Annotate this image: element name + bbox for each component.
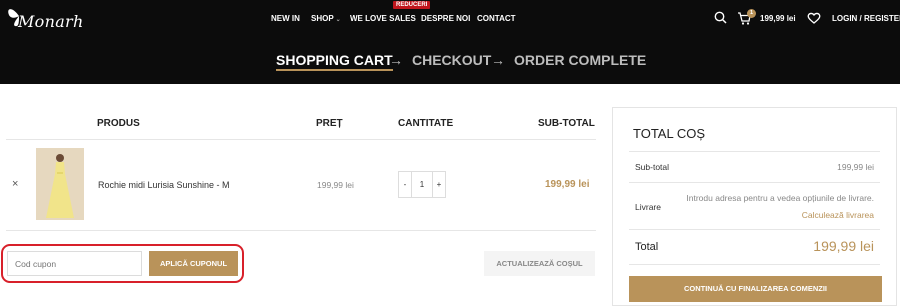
product-name-link[interactable]: Rochie midi Lurisia Sunshine - M: [98, 180, 230, 190]
heart-icon[interactable]: [807, 12, 821, 24]
column-header-price: PREȚ: [316, 118, 343, 129]
coupon-code-input[interactable]: [7, 251, 142, 276]
item-subtotal: 199,99 lei: [545, 179, 590, 190]
total-label: Total: [635, 241, 659, 253]
site-header: Monarh NEW IN SHOP ⌄ WE LOVE SALES REDUCE…: [0, 0, 900, 84]
product-price: 199,99 lei: [317, 180, 354, 190]
product-thumbnail[interactable]: [36, 148, 84, 220]
nav-contact[interactable]: CONTACT: [477, 14, 516, 23]
divider: [629, 182, 880, 183]
cart-totals-title: TOTAL COȘ: [633, 126, 705, 141]
divider: [629, 151, 880, 152]
divider: [629, 264, 880, 265]
nav-shop[interactable]: SHOP ⌄: [311, 14, 341, 23]
step-shopping-cart[interactable]: SHOPPING CART: [276, 52, 393, 71]
apply-coupon-button[interactable]: APLICĂ CUPONUL: [149, 251, 238, 276]
calculate-shipping-link[interactable]: Calculează livrarea: [802, 210, 874, 220]
divider: [6, 139, 596, 140]
cart-totals-panel: TOTAL COȘ Sub-total 199,99 lei Introdu a…: [612, 107, 897, 306]
nav-shop-label: SHOP: [311, 14, 334, 23]
total-value: 199,99 lei: [813, 238, 874, 254]
column-header-product: PRODUS: [97, 118, 140, 129]
sales-badge: REDUCERI: [393, 1, 431, 9]
dress-image: [36, 148, 84, 220]
header-cart-total[interactable]: 199,99 lei: [760, 14, 796, 23]
shipping-label: Livrare: [635, 202, 661, 212]
nav-sales[interactable]: WE LOVE SALES: [350, 14, 416, 23]
divider: [6, 230, 596, 231]
shipping-note: Introdu adresa pentru a vedea opțiunile …: [686, 193, 874, 203]
divider: [629, 229, 880, 230]
increase-quantity-button[interactable]: +: [432, 172, 445, 197]
column-header-quantity: CANTITATE: [398, 118, 454, 129]
arrow-right-icon: →: [491, 52, 505, 68]
quantity-stepper[interactable]: - 1 +: [398, 171, 446, 198]
login-register-link[interactable]: LOGIN / REGISTER: [832, 14, 900, 23]
column-header-subtotal: SUB-TOTAL: [538, 118, 595, 129]
remove-item-icon[interactable]: ×: [12, 178, 18, 190]
quantity-value[interactable]: 1: [412, 172, 432, 197]
cart-count-badge: 1: [747, 9, 756, 18]
nav-new-in[interactable]: NEW IN: [271, 14, 300, 23]
proceed-to-checkout-button[interactable]: CONTINUĂ CU FINALIZAREA COMENZII: [629, 276, 882, 302]
subtotal-value: 199,99 lei: [837, 162, 874, 172]
step-order-complete: ORDER COMPLETE: [514, 52, 647, 68]
arrow-right-icon: →: [389, 52, 403, 68]
search-icon[interactable]: [714, 11, 727, 24]
logo[interactable]: Monarh: [6, 2, 83, 36]
update-cart-button[interactable]: ACTUALIZEAZĂ COȘUL: [484, 251, 595, 276]
chevron-down-icon: ⌄: [335, 17, 341, 23]
logo-text: Monarh: [18, 12, 84, 31]
step-checkout[interactable]: CHECKOUT: [412, 52, 491, 68]
nav-about[interactable]: DESPRE NOI: [421, 14, 470, 23]
decrease-quantity-button[interactable]: -: [399, 172, 412, 197]
subtotal-label: Sub-total: [635, 162, 670, 172]
